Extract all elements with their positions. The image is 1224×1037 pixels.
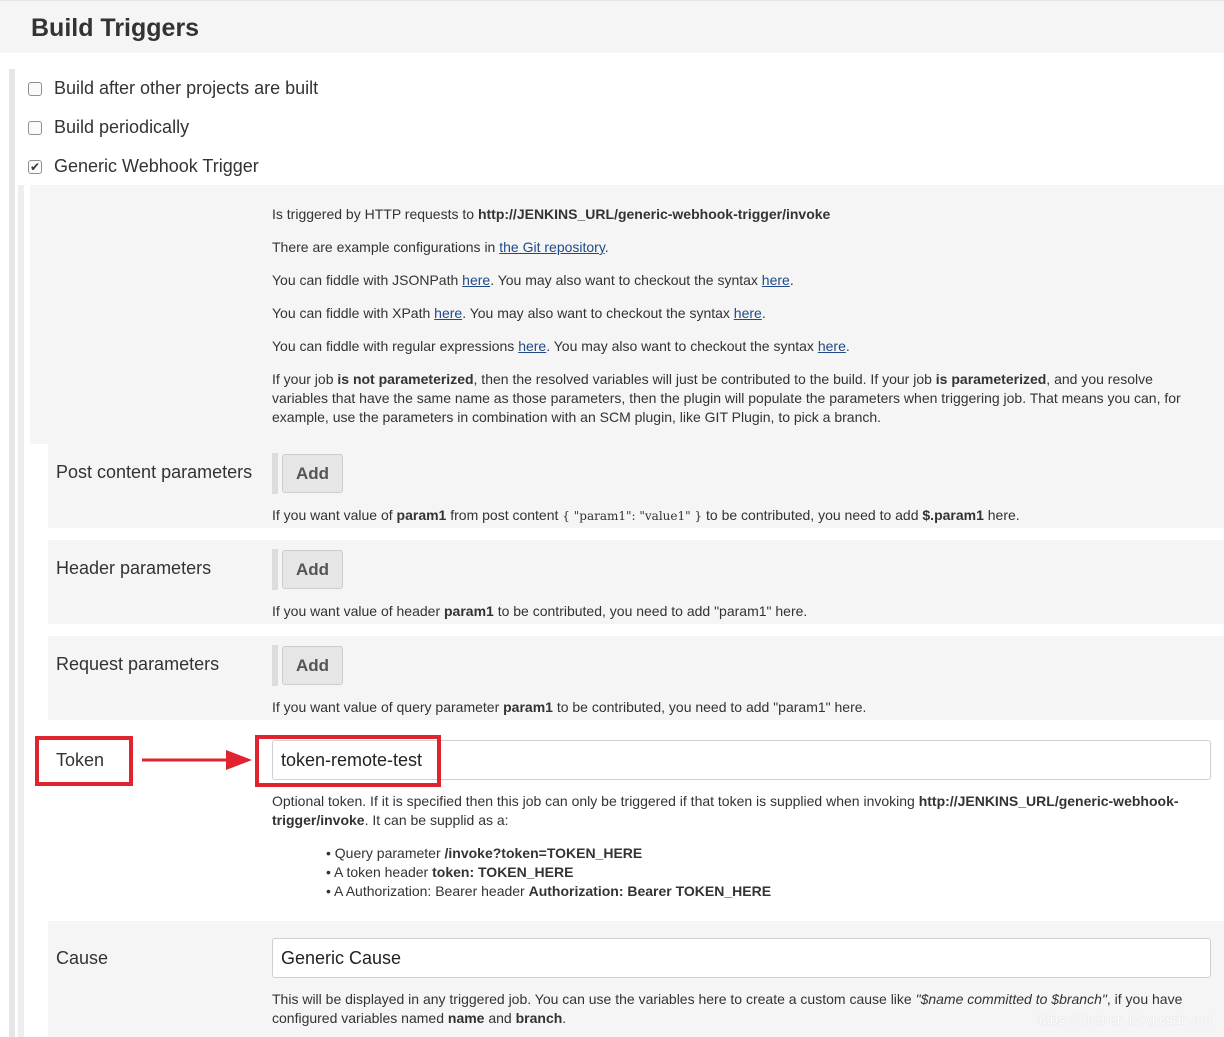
checkbox-build-periodically[interactable] [28,121,42,135]
cause-input[interactable]: Generic Cause [272,938,1211,978]
list-item: • A token header token: TOKEN_HERE [326,864,574,880]
post-content-parameters-label: Post content parameters [56,462,253,482]
help-jsonpath: You can fiddle with JSONPath here. You m… [272,272,794,288]
regex-fiddle-link[interactable]: here [518,338,546,354]
add-button-bar [272,453,278,494]
cause-label: Cause [56,948,109,968]
jsonpath-fiddle-link[interactable]: here [462,272,490,288]
checkbox-label[interactable]: Generic Webhook Trigger [54,156,259,177]
help-parameterized: If your job is not parameterized, then t… [272,371,1181,425]
token-options-list: • Query parameter /invoke?token=TOKEN_HE… [326,844,771,901]
help-invoke-url: Is triggered by HTTP requests to http://… [272,206,831,222]
header-parameters-label: Header parameters [56,558,212,578]
nested-indent-bar [18,185,24,1037]
add-button-bar [272,549,278,590]
add-button-bar [272,645,278,686]
help-regex: You can fiddle with regular expressions … [272,338,850,354]
add-header-parameter-button[interactable]: Add [282,550,343,589]
page-title: Build Triggers [31,14,200,42]
arrow-icon [142,750,252,770]
checkbox-build-after-other[interactable] [28,82,42,96]
jsonpath-syntax-link[interactable]: here [762,272,790,288]
xpath-fiddle-link[interactable]: here [434,305,462,321]
token-input-highlight [255,735,441,787]
regex-syntax-link[interactable]: here [818,338,846,354]
add-post-content-button[interactable]: Add [282,454,343,493]
git-repository-link[interactable]: the Git repository [499,239,605,255]
post-content-parameters-block: Post content parameters Add If you want … [48,444,1224,528]
request-parameters-help: If you want value of query parameter par… [272,699,867,715]
header-parameters-help: If you want value of header param1 to be… [272,603,808,619]
header-parameters-block: Header parameters Add If you want value … [48,540,1224,624]
checkbox-label[interactable]: Build after other projects are built [54,78,318,99]
request-parameters-label: Request parameters [56,654,220,674]
checkbox-generic-webhook[interactable]: ✔ [28,160,42,174]
request-parameters-block: Request parameters Add If you want value… [48,636,1224,720]
checkbox-label[interactable]: Build periodically [54,117,189,138]
watermark: https://xinchen.blog.csdn.net [1034,1011,1212,1027]
post-content-help: If you want value of param1 from post co… [272,507,1020,523]
xpath-syntax-link[interactable]: here [734,305,762,321]
token-label-highlight [35,736,133,786]
add-request-parameter-button[interactable]: Add [282,646,343,685]
list-item: • Query parameter /invoke?token=TOKEN_HE… [326,845,643,861]
section-header: Build Triggers [0,0,1224,53]
list-item: • A Authorization: Bearer header Authori… [326,883,772,899]
help-example-configs: There are example configurations in the … [272,239,609,255]
token-help: Optional token. If it is specified then … [272,793,1179,828]
section-indent-bar [9,69,15,1037]
help-xpath: You can fiddle with XPath here. You may … [272,305,766,321]
